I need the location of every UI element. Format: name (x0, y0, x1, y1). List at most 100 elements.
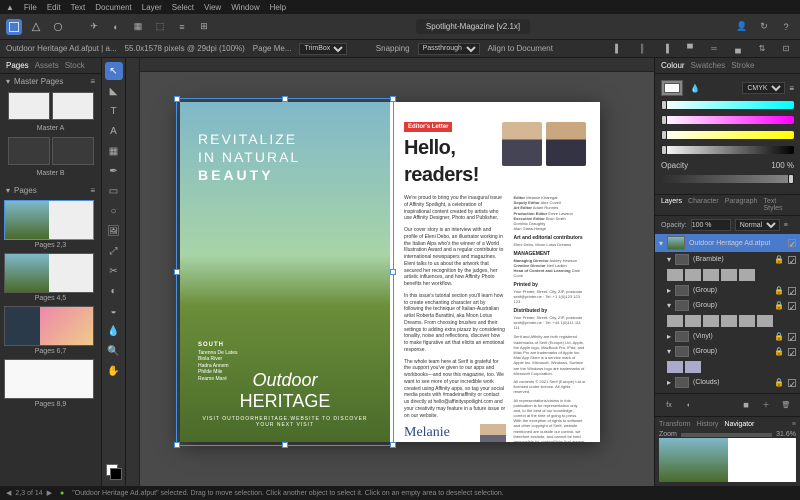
clip-icon[interactable]: ⬚ (152, 19, 168, 35)
lock-icon[interactable]: 🔒 (774, 255, 784, 264)
menu-file[interactable]: File (24, 3, 37, 12)
colour-mode-select[interactable]: CMYK (742, 82, 785, 94)
opacity-slider[interactable] (661, 175, 794, 183)
yellow-slider[interactable] (661, 131, 794, 139)
persona-designer-icon[interactable] (28, 19, 44, 35)
pen-tool-icon[interactable]: ✒ (105, 162, 123, 180)
layer-panel-menu-icon[interactable]: ≡ (784, 222, 788, 229)
align-right-icon[interactable]: ▐ (658, 41, 674, 57)
spread-6-7-thumb[interactable] (4, 306, 94, 346)
align-middle-icon[interactable]: ═ (706, 41, 722, 57)
tab-colour[interactable]: Colour (661, 61, 685, 70)
tab-pages[interactable]: Pages (6, 61, 29, 70)
mask-icon[interactable]: ◼ (738, 397, 754, 413)
tab-assets[interactable]: Assets (35, 61, 59, 70)
zoom-value[interactable]: 31.6% (776, 431, 796, 438)
page-indicator[interactable]: 2,3 of 14 (15, 490, 42, 497)
fx-icon[interactable]: fx (661, 397, 677, 413)
layer-group-2[interactable]: ▾(Group)🔒✓ (663, 298, 800, 313)
help-icon[interactable]: ? (778, 19, 794, 35)
next-spread-icon[interactable]: ▶ (47, 489, 52, 497)
tab-navigator[interactable]: Navigator (724, 421, 754, 428)
persona-photo-icon[interactable] (50, 19, 66, 35)
menu-window[interactable]: Window (231, 3, 259, 12)
right-page[interactable]: Editor's Letter Hello, readers! We're pr… (390, 102, 600, 442)
magenta-slider[interactable] (661, 116, 794, 124)
align-center-icon[interactable]: ║ (634, 41, 650, 57)
hand-tool-icon[interactable]: ✋ (105, 362, 123, 380)
arrange-icon[interactable]: ⇅ (754, 41, 770, 57)
layer-group-3[interactable]: ▾(Group)🔒✓ (663, 344, 800, 359)
table-tool-icon[interactable]: ▦ (105, 142, 123, 160)
menu-text[interactable]: Text (71, 3, 86, 12)
zoom-slider[interactable] (681, 433, 772, 437)
node-tool-icon[interactable]: ◣ (105, 82, 123, 100)
blend-mode-select[interactable]: Normal (735, 219, 780, 231)
group-icon[interactable]: ⊡ (778, 41, 794, 57)
handle-bc[interactable] (282, 442, 288, 448)
ruler-horizontal[interactable] (126, 58, 654, 72)
align-doc[interactable]: Align to Document (488, 44, 553, 53)
swatch-toggle[interactable] (106, 464, 122, 480)
layer-group-1[interactable]: ▸(Group)🔒✓ (663, 283, 800, 298)
layer-clouds[interactable]: ▸(Clouds)🔒✓ (663, 375, 800, 390)
left-page[interactable]: REVITALIZE IN NATURAL BEAUTY SOUTH Taren… (180, 102, 390, 442)
layer-doc[interactable]: ▾ Outdoor Heritage Ad.afput✓ (655, 234, 800, 252)
place-tool-icon[interactable]: ⤢ (105, 242, 123, 260)
vector-crop-tool-icon[interactable]: ✂ (105, 262, 123, 280)
tab-swatches[interactable]: Swatches (691, 61, 726, 70)
pages-head[interactable]: ▾Pages≡ (0, 183, 101, 198)
align-left-icon[interactable]: ▌ (610, 41, 626, 57)
colour-picker-tool-icon[interactable]: 💧 (105, 322, 123, 340)
document-tab[interactable]: Spotlight-Magazine [v2.1x] (416, 19, 530, 34)
spread-8-9-thumb[interactable] (4, 359, 94, 399)
delete-layer-icon[interactable]: 🗑 (778, 397, 794, 413)
account-icon[interactable]: 👤 (734, 19, 750, 35)
art-text-tool-icon[interactable]: A (105, 122, 123, 140)
tab-textstyles[interactable]: Text Styles (763, 198, 794, 212)
tab-paragraph[interactable]: Paragraph (725, 198, 758, 212)
fill-tool-icon[interactable]: ◐ (105, 282, 123, 300)
nav-menu-icon[interactable]: ≡ (792, 421, 796, 428)
menu-help[interactable]: Help (270, 3, 286, 12)
ruler-vertical[interactable] (126, 58, 140, 486)
move-tool-icon[interactable]: ↖ (105, 62, 123, 80)
layer-opacity-input[interactable] (691, 219, 731, 231)
handle-br[interactable] (390, 442, 396, 448)
zoom-tool-icon[interactable]: 🔍 (105, 342, 123, 360)
tab-stroke[interactable]: Stroke (731, 61, 754, 70)
transparency-tool-icon[interactable]: ◒ (105, 302, 123, 320)
menu-view[interactable]: View (204, 3, 221, 12)
tab-transform[interactable]: Transform (659, 421, 691, 428)
tab-history[interactable]: History (697, 421, 719, 428)
spread-4-5-thumb[interactable] (4, 253, 94, 293)
master-b-label[interactable]: Master B (4, 170, 97, 177)
adjust-icon[interactable]: ◐ (681, 397, 697, 413)
preview-icon[interactable]: ▦ (130, 19, 146, 35)
layer-bramble[interactable]: ▾(Bramble)🔒✓ (663, 252, 800, 267)
handle-bl[interactable] (174, 442, 180, 448)
preflight-status-icon[interactable]: ● (60, 490, 64, 497)
box-selector[interactable]: TrimBox (299, 43, 347, 55)
preflight-icon[interactable]: ✈ (86, 19, 102, 35)
menu-select[interactable]: Select (172, 3, 194, 12)
view-mode-icon[interactable]: ◐ (108, 19, 124, 35)
menu-layer[interactable]: Layer (142, 3, 162, 12)
colour-menu-icon[interactable]: ≡ (789, 84, 794, 93)
prev-spread-icon[interactable]: ◀ (6, 489, 11, 497)
sync-icon[interactable]: ↻ (756, 19, 772, 35)
master-a-label[interactable]: Master A (4, 125, 97, 132)
canvas[interactable]: REVITALIZE IN NATURAL BEAUTY SOUTH Taren… (126, 58, 654, 486)
layer-vinyl[interactable]: ▸(Vinyl)🔒✓ (663, 329, 800, 344)
tab-stock[interactable]: Stock (65, 61, 85, 70)
eyedropper-icon[interactable]: 💧 (687, 80, 703, 96)
align-top-icon[interactable]: ▀ (682, 41, 698, 57)
menu-document[interactable]: Document (95, 3, 131, 12)
menu-edit[interactable]: Edit (47, 3, 61, 12)
cyan-slider[interactable] (661, 101, 794, 109)
align-bottom-icon[interactable]: ▄ (730, 41, 746, 57)
page-selector[interactable]: Page Me... (253, 44, 292, 53)
master-pages-head[interactable]: ▾Master Pages≡ (0, 74, 101, 89)
opacity-value[interactable]: 100 % (771, 161, 794, 170)
picture-frame-tool-icon[interactable]: 🖼 (105, 222, 123, 240)
